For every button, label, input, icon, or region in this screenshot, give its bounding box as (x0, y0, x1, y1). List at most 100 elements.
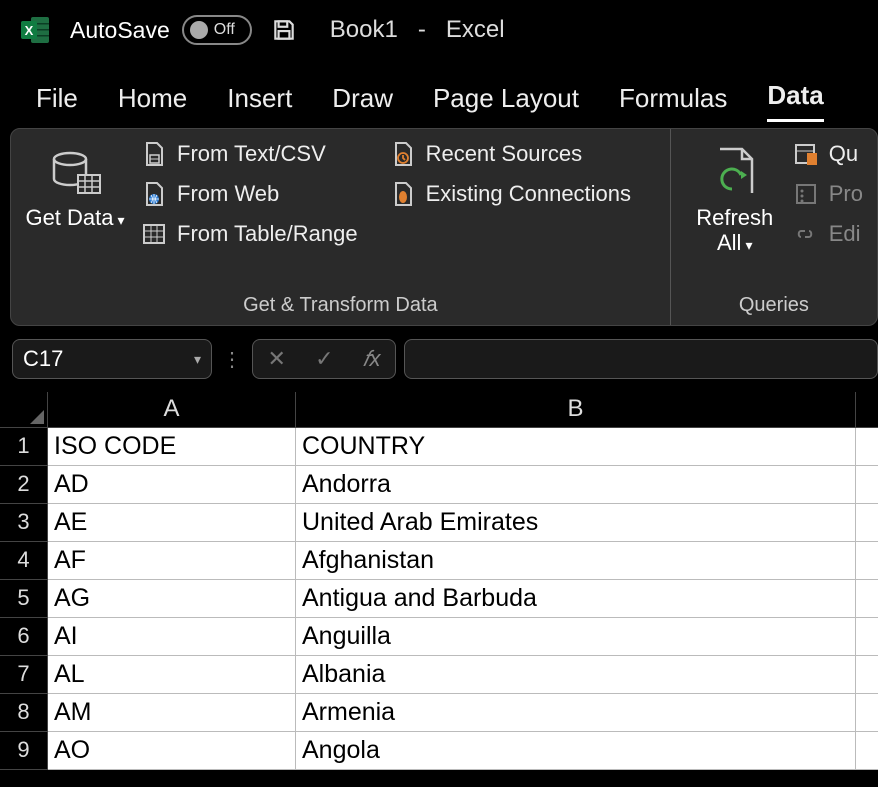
get-data-button[interactable]: Get Data ▾ (25, 137, 125, 292)
cell[interactable]: AD (48, 466, 296, 504)
name-box[interactable]: C17 ▾ (12, 339, 212, 379)
autosave-label: AutoSave (70, 17, 170, 44)
web-file-icon (141, 181, 167, 207)
row-header[interactable]: 9 (0, 732, 48, 770)
from-web-button[interactable]: From Web (141, 181, 358, 207)
cell[interactable]: Anguilla (296, 618, 856, 656)
cell[interactable] (856, 618, 878, 656)
cancel-formula-button[interactable]: ✕ (268, 346, 286, 372)
cell[interactable] (856, 428, 878, 466)
chevron-down-icon: ▾ (194, 351, 201, 368)
edit-links-label: Edi (829, 221, 861, 247)
insert-function-button[interactable]: 𝑓x (363, 346, 381, 372)
svg-text:X: X (25, 23, 34, 38)
col-header-c[interactable] (856, 392, 878, 428)
existing-connections-label: Existing Connections (426, 181, 631, 207)
cell[interactable]: AI (48, 618, 296, 656)
from-text-csv-button[interactable]: From Text/CSV (141, 141, 358, 167)
queries-connections-button[interactable]: Qu (793, 141, 863, 167)
text-file-icon (141, 141, 167, 167)
row-header[interactable]: 8 (0, 694, 48, 732)
cell[interactable]: Albania (296, 656, 856, 694)
connections-file-icon (390, 181, 416, 207)
save-button[interactable] (270, 16, 298, 44)
excel-app-icon: X (20, 14, 52, 46)
cell[interactable]: Antigua and Barbuda (296, 580, 856, 618)
titlebar: X AutoSave Off Book1 - Excel (0, 0, 878, 60)
autosave-toggle[interactable]: Off (182, 15, 252, 45)
cell[interactable] (856, 694, 878, 732)
row-header[interactable]: 7 (0, 656, 48, 694)
cell[interactable]: AF (48, 542, 296, 580)
cell[interactable]: Afghanistan (296, 542, 856, 580)
cell[interactable] (856, 580, 878, 618)
cell[interactable] (856, 504, 878, 542)
row-header[interactable]: 6 (0, 618, 48, 656)
cell[interactable]: Angola (296, 732, 856, 770)
formula-input[interactable] (404, 339, 878, 379)
existing-connections-button[interactable]: Existing Connections (390, 181, 631, 207)
cell[interactable]: AM (48, 694, 296, 732)
from-web-label: From Web (177, 181, 279, 207)
cell[interactable] (856, 656, 878, 694)
from-table-range-button[interactable]: From Table/Range (141, 221, 358, 247)
recent-sources-label: Recent Sources (426, 141, 583, 167)
cell[interactable]: AL (48, 656, 296, 694)
cell[interactable]: AE (48, 504, 296, 542)
namebox-resize-icon[interactable]: ⋮ (220, 347, 244, 372)
select-all-corner[interactable] (0, 392, 48, 428)
database-icon (48, 141, 102, 203)
row-header[interactable]: 3 (0, 504, 48, 542)
col-header-b[interactable]: B (296, 392, 856, 428)
autosave-control: AutoSave Off (70, 15, 252, 45)
cell[interactable]: Armenia (296, 694, 856, 732)
cell[interactable]: ISO CODE (48, 428, 296, 466)
properties-button[interactable]: Pro (793, 181, 863, 207)
ribbon: Get Data ▾ From Text/CSV From Web From Ta… (10, 128, 878, 326)
row-header[interactable]: 2 (0, 466, 48, 504)
refresh-icon (710, 141, 760, 203)
cell[interactable] (856, 466, 878, 504)
cell[interactable]: Andorra (296, 466, 856, 504)
cell[interactable]: COUNTRY (296, 428, 856, 466)
chevron-down-icon: ▾ (745, 237, 752, 253)
spreadsheet-grid[interactable]: A B 1 ISO CODE COUNTRY 2 AD Andorra 3 AE… (0, 392, 878, 770)
cell[interactable]: United Arab Emirates (296, 504, 856, 542)
get-data-label: Get Data (25, 205, 113, 230)
tab-draw[interactable]: Draw (332, 83, 393, 122)
edit-links-button[interactable]: Edi (793, 221, 863, 247)
queries-icon (793, 141, 819, 167)
formula-controls: ✕ ✓ 𝑓x (252, 339, 396, 379)
tab-formulas[interactable]: Formulas (619, 83, 727, 122)
ribbon-tabs: File Home Insert Draw Page Layout Formul… (0, 60, 878, 122)
tab-insert[interactable]: Insert (227, 83, 292, 122)
window-title: Book1 - Excel (330, 16, 505, 44)
tab-file[interactable]: File (36, 83, 78, 122)
tab-data[interactable]: Data (767, 80, 823, 122)
properties-icon (793, 181, 819, 207)
from-text-csv-label: From Text/CSV (177, 141, 326, 167)
recent-sources-button[interactable]: Recent Sources (390, 141, 631, 167)
from-table-range-label: From Table/Range (177, 221, 358, 247)
tab-home[interactable]: Home (118, 83, 187, 122)
edit-links-icon (793, 221, 819, 247)
row-header[interactable]: 4 (0, 542, 48, 580)
chevron-down-icon: ▾ (118, 212, 125, 228)
cell[interactable] (856, 542, 878, 580)
cell[interactable]: AO (48, 732, 296, 770)
properties-label: Pro (829, 181, 863, 207)
group-label-get-transform: Get & Transform Data (25, 292, 656, 321)
col-header-a[interactable]: A (48, 392, 296, 428)
refresh-all-label: Refresh All (696, 205, 773, 255)
doc-name: Book1 (330, 16, 398, 43)
cell[interactable]: AG (48, 580, 296, 618)
row-header[interactable]: 1 (0, 428, 48, 466)
row-header[interactable]: 5 (0, 580, 48, 618)
cell[interactable] (856, 732, 878, 770)
table-icon (141, 221, 167, 247)
accept-formula-button[interactable]: ✓ (315, 346, 333, 372)
refresh-all-button[interactable]: Refresh All▾ (685, 137, 785, 292)
formula-bar: C17 ▾ ⋮ ✕ ✓ 𝑓x (12, 336, 878, 382)
tab-page-layout[interactable]: Page Layout (433, 83, 579, 122)
app-name: Excel (446, 16, 505, 43)
